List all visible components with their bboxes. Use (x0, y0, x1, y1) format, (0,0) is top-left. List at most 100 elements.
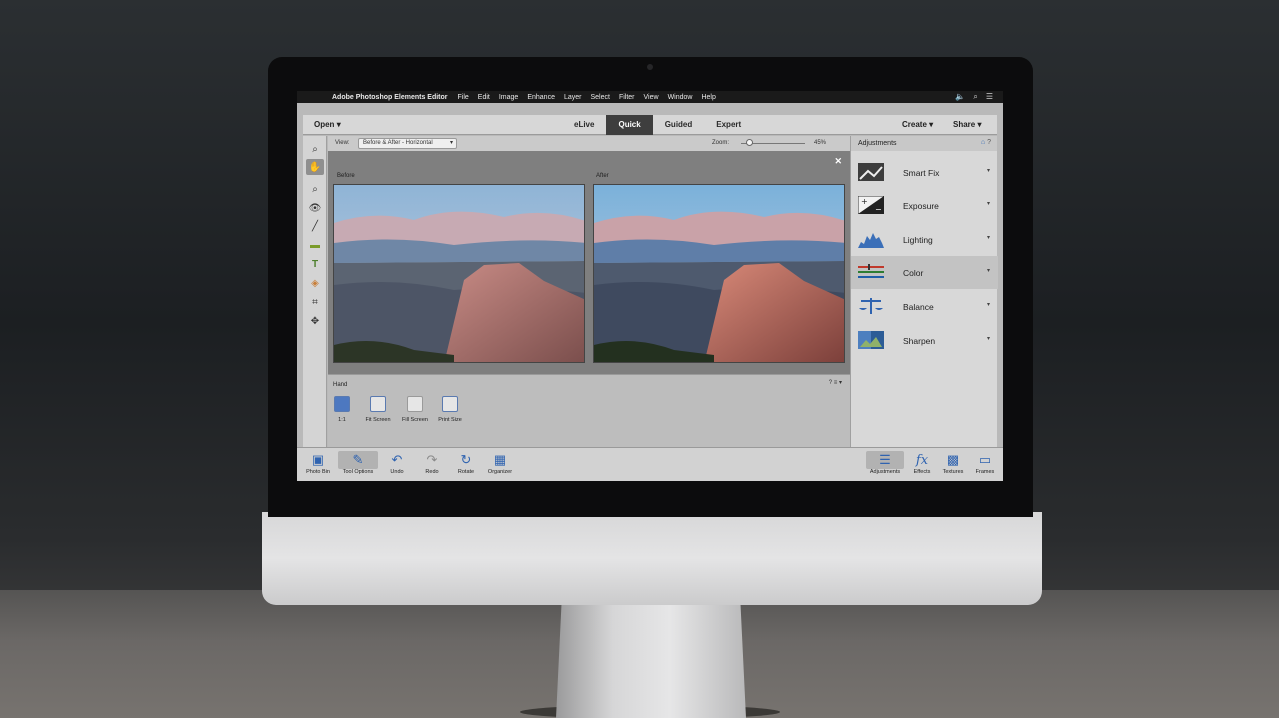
adjustments-label: Adjustments (869, 469, 901, 475)
zoom-tool-icon[interactable]: ⌕ (306, 141, 324, 157)
frames-button[interactable]: ▭ Frames (972, 451, 998, 475)
menu-image[interactable]: Image (499, 94, 518, 101)
menu-file[interactable]: File (458, 94, 469, 101)
option-fill-screen-label: Fill Screen (402, 417, 428, 423)
adjustments-button[interactable]: ☰ Adjustments (866, 451, 904, 475)
move-tool-icon[interactable]: ✥ (306, 313, 324, 329)
view-select-value: Before & After - Horizontal (363, 140, 433, 146)
chevron-down-icon[interactable]: ▾ (839, 380, 842, 386)
photo-bin-icon: ▣ (311, 452, 325, 467)
tool-options-button[interactable]: ✎ Tool Options (338, 451, 378, 475)
fit-screen-icon (370, 396, 386, 412)
adjust-balance-label: Balance (903, 302, 934, 312)
effects-fx-icon: fx (915, 452, 929, 468)
adjust-balance[interactable]: Balance ▾ (851, 290, 998, 323)
create-label: Create (902, 120, 927, 129)
spot-healing-tool-icon[interactable]: ◈ (306, 275, 324, 291)
option-fill-screen[interactable]: Fill Screen (398, 396, 432, 423)
zoom-slider-thumb[interactable] (746, 139, 753, 146)
create-button[interactable]: Create ▾ (902, 120, 933, 129)
tool-options-bar: Hand ? ≡ ▾ 1:1 Fit Screen Fill Screen Pr… (328, 374, 850, 447)
textures-label: Textures (942, 469, 964, 475)
menu-help[interactable]: Help (701, 94, 715, 101)
list-icon[interactable]: ≡ (834, 380, 838, 386)
whiten-teeth-tool-icon[interactable]: ╱ (306, 218, 324, 234)
chevron-down-icon: ▾ (336, 120, 341, 129)
adjustments-panel: Adjustments ⌂ ? Smart Fix ▾ + − Exposure … (850, 136, 998, 447)
adjust-smart-fix[interactable]: Smart Fix ▾ (851, 156, 998, 189)
open-label: Open (314, 120, 335, 129)
straighten-tool-icon[interactable]: ▬ (306, 237, 324, 253)
menu-select[interactable]: Select (590, 94, 609, 101)
open-button[interactable]: Open ▾ (314, 120, 341, 129)
webcam (647, 64, 653, 70)
adjustments-header: Adjustments ⌂ ? (851, 136, 997, 151)
text-tool-icon[interactable]: T (306, 256, 324, 272)
hand-tool-icon[interactable]: ✋ (306, 159, 324, 175)
red-eye-tool-icon[interactable]: 👁 (306, 200, 324, 216)
chevron-down-icon: ▾ (929, 120, 934, 129)
adjust-sharpen[interactable]: Sharpen ▾ (851, 324, 998, 357)
photo-bin-button[interactable]: ▣ Photo Bin (301, 451, 335, 475)
textures-button[interactable]: ▩ Textures (939, 451, 967, 475)
quick-selection-tool-icon[interactable]: ⌕ (306, 181, 324, 197)
menu-layer[interactable]: Layer (564, 94, 582, 101)
menu-view[interactable]: View (644, 94, 659, 101)
menubar-status: 🔈 ⌕ ☰ (955, 92, 993, 102)
rotate-button[interactable]: ↻ Rotate (454, 451, 478, 475)
organizer-button[interactable]: ▦ Organizer (484, 451, 516, 475)
adjust-color[interactable]: Color ▾ (851, 256, 998, 289)
toolbox: ⌕ ✋ ⌕ 👁 ╱ ▬ T ◈ ⌗ ✥ (303, 136, 327, 447)
menu-filter[interactable]: Filter (619, 94, 635, 101)
zoom-value: 45% (814, 140, 827, 146)
adjustments-icon: ☰ (866, 451, 904, 469)
mode-bar: Open ▾ eLive Quick Guided Expert Create … (303, 115, 997, 135)
redo-button[interactable]: ↷ Redo (421, 451, 443, 475)
tool-name: Hand (333, 382, 348, 388)
chevron-down-icon: ▾ (986, 302, 990, 308)
view-bar: View: Before & After - Horizontal ▾ Zoom… (328, 136, 850, 151)
tab-expert[interactable]: Expert (704, 115, 753, 135)
tool-options-label: Tool Options (342, 469, 374, 475)
after-photo[interactable] (593, 184, 845, 363)
adjust-exposure[interactable]: + − Exposure ▾ (851, 189, 998, 222)
option-print-size[interactable]: Print Size (434, 396, 466, 423)
image-canvas[interactable]: ✕ Before After (328, 151, 850, 374)
help-icon[interactable]: ? (987, 139, 991, 146)
effects-button[interactable]: fx Effects (910, 451, 934, 476)
share-button[interactable]: Share ▾ (953, 120, 981, 129)
print-size-icon (442, 396, 458, 412)
menu-bar: Adobe Photoshop Elements Editor File Edi… (297, 91, 1003, 103)
task-bar: ▣ Photo Bin ✎ Tool Options ↶ Undo ↷ Redo… (297, 447, 1003, 481)
color-sliders-icon (858, 263, 884, 281)
menu-edit[interactable]: Edit (478, 94, 490, 101)
chevron-down-icon: ▾ (977, 120, 982, 129)
menu-list-icon[interactable]: ☰ (986, 92, 993, 102)
close-icon[interactable]: ✕ (834, 156, 842, 167)
view-select[interactable]: Before & After - Horizontal ▾ (358, 138, 457, 149)
rotate-label: Rotate (457, 469, 475, 475)
undo-button[interactable]: ↶ Undo (386, 451, 408, 475)
help-icon[interactable]: ? (829, 380, 832, 386)
spotlight-search-icon[interactable]: ⌕ (973, 92, 977, 102)
reset-icon[interactable]: ⌂ (981, 139, 985, 146)
before-label: Before (337, 173, 355, 179)
adjustments-title: Adjustments (858, 140, 897, 147)
adjust-sharpen-label: Sharpen (903, 336, 936, 346)
tab-guided[interactable]: Guided (653, 115, 705, 135)
adjust-lighting[interactable]: Lighting ▾ (851, 223, 998, 256)
option-1to1[interactable]: 1:1 (334, 396, 350, 423)
menu-window[interactable]: Window (668, 94, 693, 101)
tab-elive[interactable]: eLive (562, 115, 606, 135)
crop-tool-icon[interactable]: ⌗ (306, 294, 324, 310)
tab-quick[interactable]: Quick (606, 115, 653, 135)
tool-options-controls: ? ≡ ▾ (829, 379, 842, 386)
volume-icon[interactable]: 🔈 (955, 92, 965, 102)
option-fit-screen[interactable]: Fit Screen (361, 396, 395, 423)
menu-enhance[interactable]: Enhance (527, 94, 555, 101)
before-photo[interactable] (333, 184, 585, 363)
svg-text:+: + (861, 197, 868, 206)
adjust-exposure-label: Exposure (903, 201, 939, 211)
redo-icon: ↷ (426, 452, 438, 467)
option-print-size-label: Print Size (438, 417, 462, 423)
